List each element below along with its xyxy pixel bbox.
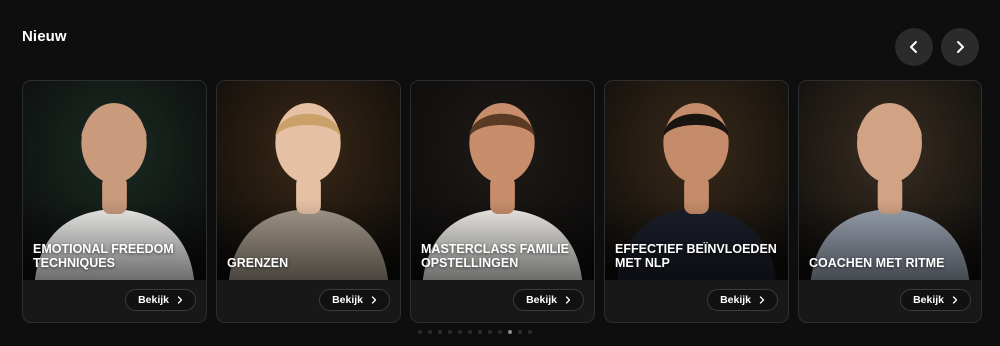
pagination-dot[interactable] [488, 330, 492, 334]
course-title-line2: TECHNIQUES [33, 256, 115, 270]
chevron-left-icon [910, 41, 917, 53]
bekijk-button[interactable]: Bekijk [707, 289, 778, 311]
course-thumbnail[interactable]: COACHEN MET RITME [799, 81, 981, 280]
bekijk-label: Bekijk [526, 294, 557, 306]
pagination-dot[interactable] [458, 330, 462, 334]
course-thumbnail[interactable]: EMOTIONAL FREEDOM TECHNIQUES [23, 81, 206, 280]
chevron-right-icon [952, 296, 958, 304]
pagination-dot[interactable] [498, 330, 502, 334]
course-card[interactable]: EFFECTIEF BEÏNVLOEDEN MET NLP Bekijk [604, 80, 789, 323]
course-title-line1: EMOTIONAL FREEDOM [33, 242, 174, 256]
course-thumbnail[interactable]: GRENZEN [217, 81, 400, 280]
bekijk-label: Bekijk [138, 294, 169, 306]
course-title: MASTERCLASS FAMILIE OPSTELLINGEN [421, 242, 586, 270]
course-title-line2: OPSTELLINGEN [421, 256, 519, 270]
chevron-right-icon [177, 296, 183, 304]
course-title: EFFECTIEF BEÏNVLOEDEN MET NLP [615, 242, 780, 270]
chevron-right-icon [371, 296, 377, 304]
pagination-dot[interactable] [478, 330, 482, 334]
card-footer: Bekijk [799, 278, 981, 322]
bekijk-label: Bekijk [720, 294, 751, 306]
course-title-line1: COACHEN MET RITME [809, 256, 945, 270]
chevron-right-icon [957, 41, 964, 53]
carousel-pagination [418, 330, 532, 334]
card-footer: Bekijk [605, 278, 788, 322]
pagination-dot[interactable] [528, 330, 532, 334]
course-carousel: EMOTIONAL FREEDOM TECHNIQUES Bekijk GREN… [22, 80, 982, 323]
card-footer: Bekijk [23, 278, 206, 322]
bekijk-label: Bekijk [913, 294, 944, 306]
course-card[interactable]: GRENZEN Bekijk [216, 80, 401, 323]
course-title-line1: EFFECTIEF BEÏNVLOEDEN [615, 242, 777, 256]
card-footer: Bekijk [217, 278, 400, 322]
course-title-line1: GRENZEN [227, 256, 289, 270]
carousel-next-button[interactable] [941, 28, 979, 66]
pagination-dot[interactable] [508, 330, 512, 334]
course-title: GRENZEN [227, 256, 392, 270]
course-card[interactable]: MASTERCLASS FAMILIE OPSTELLINGEN Bekijk [410, 80, 595, 323]
bekijk-button[interactable]: Bekijk [900, 289, 971, 311]
bekijk-button[interactable]: Bekijk [513, 289, 584, 311]
bekijk-button[interactable]: Bekijk [125, 289, 196, 311]
course-card[interactable]: EMOTIONAL FREEDOM TECHNIQUES Bekijk [22, 80, 207, 323]
course-title: COACHEN MET RITME [809, 256, 973, 270]
card-footer: Bekijk [411, 278, 594, 322]
course-title-line2: MET NLP [615, 256, 670, 270]
course-thumbnail[interactable]: EFFECTIEF BEÏNVLOEDEN MET NLP [605, 81, 788, 280]
course-title: EMOTIONAL FREEDOM TECHNIQUES [33, 242, 198, 270]
bekijk-button[interactable]: Bekijk [319, 289, 390, 311]
course-title-line1: MASTERCLASS FAMILIE [421, 242, 569, 256]
chevron-right-icon [759, 296, 765, 304]
carousel-prev-button[interactable] [895, 28, 933, 66]
section-title: Nieuw [22, 28, 67, 45]
chevron-right-icon [565, 296, 571, 304]
pagination-dot[interactable] [448, 330, 452, 334]
course-card[interactable]: COACHEN MET RITME Bekijk [798, 80, 982, 323]
pagination-dot[interactable] [468, 330, 472, 334]
pagination-dot[interactable] [518, 330, 522, 334]
bekijk-label: Bekijk [332, 294, 363, 306]
course-thumbnail[interactable]: MASTERCLASS FAMILIE OPSTELLINGEN [411, 81, 594, 280]
pagination-dot[interactable] [418, 330, 422, 334]
pagination-dot[interactable] [428, 330, 432, 334]
pagination-dot[interactable] [438, 330, 442, 334]
